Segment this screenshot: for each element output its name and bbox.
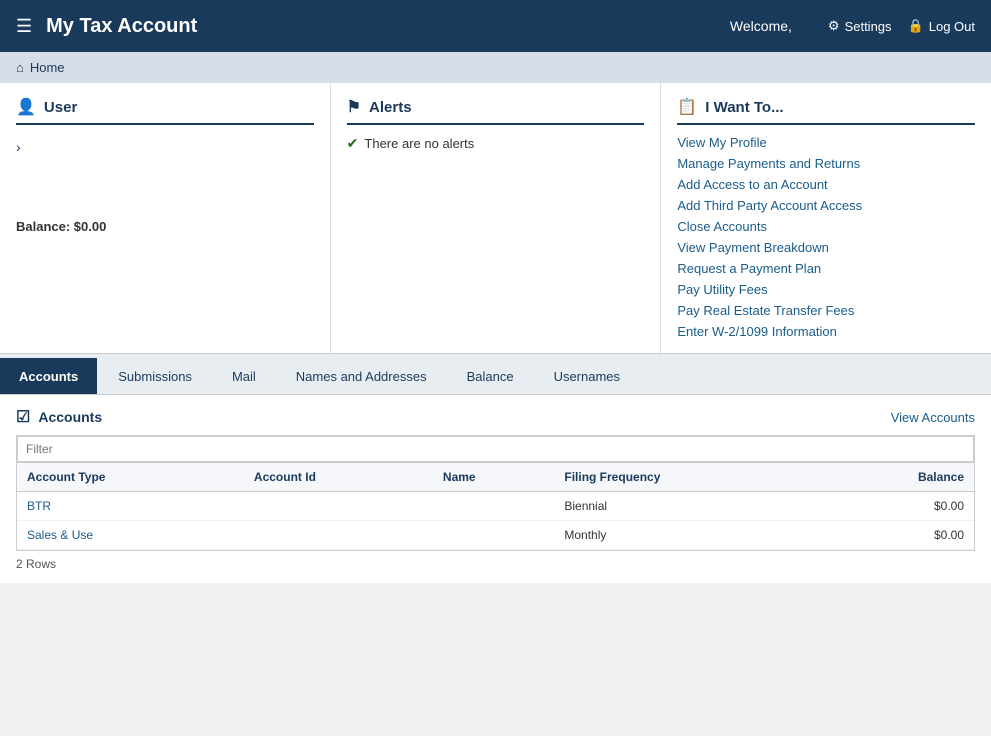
view-accounts-link[interactable]: View Accounts [891,410,975,425]
want-to-icon: 📋 [677,97,697,117]
logout-button[interactable]: 🔒 Log Out [908,18,975,34]
accounts-title: ☑ Accounts [16,407,102,427]
settings-icon: ⚙ [828,18,840,34]
settings-label: Settings [845,19,892,34]
tab-accounts[interactable]: Accounts [0,358,97,394]
accounts-title-text: Accounts [38,409,102,425]
table-row: Sales & Use Monthly$0.00 [17,521,974,550]
tabs-bar: AccountsSubmissionsMailNames and Address… [0,354,991,395]
app-title: My Tax Account [46,15,730,38]
tab-submissions[interactable]: Submissions [99,358,211,394]
user-panel-header: 👤 User [16,97,314,125]
home-icon: ⌂ [16,60,24,75]
tab-usernames[interactable]: Usernames [535,358,639,394]
table-cell[interactable]: Sales & Use [17,521,244,550]
table-cell [244,492,433,521]
tab-names-and-addresses[interactable]: Names and Addresses [277,358,446,394]
want-to-link-item[interactable]: Add Access to an Account [677,177,975,192]
rows-count: 2 Rows [16,557,975,571]
panels-container: 👤 User › Balance: $0.00 ⚑ Alerts ✔ There… [0,83,991,354]
want-to-link-item[interactable]: Close Accounts [677,219,975,234]
table-cell: $0.00 [822,521,974,550]
col-header-account-id: Account Id [244,463,433,492]
breadcrumb: ⌂ Home [0,52,991,83]
user-panel-title: User [44,99,77,116]
col-header-filing-frequency: Filing Frequency [554,463,821,492]
want-to-link-item[interactable]: Pay Real Estate Transfer Fees [677,303,975,318]
accounts-table-wrapper: Account TypeAccount IdNameFiling Frequen… [16,435,975,551]
col-header-name: Name [433,463,554,492]
table-cell [433,521,554,550]
want-to-panel-header: 📋 I Want To... [677,97,975,125]
logout-label: Log Out [929,19,975,34]
home-link[interactable]: Home [30,60,65,75]
checkmark-icon: ✔ [347,135,359,152]
no-alerts-text: There are no alerts [364,136,474,151]
user-chevron[interactable]: › [16,135,314,159]
no-alerts-item: ✔ There are no alerts [347,135,645,152]
accounts-header: ☑ Accounts View Accounts [16,407,975,427]
want-to-link-item[interactable]: Manage Payments and Returns [677,156,975,171]
table-header: Account TypeAccount IdNameFiling Frequen… [17,463,974,492]
want-to-link-item[interactable]: Request a Payment Plan [677,261,975,276]
user-panel: 👤 User › Balance: $0.00 [0,83,331,353]
table-cell: Biennial [554,492,821,521]
table-cell [433,492,554,521]
welcome-text: Welcome, [730,18,792,34]
col-header-balance: Balance [822,463,974,492]
header: ☰ My Tax Account Welcome, ⚙ Settings 🔒 L… [0,0,991,52]
table-cell [244,521,433,550]
user-icon: 👤 [16,97,36,117]
tab-balance[interactable]: Balance [448,358,533,394]
balance-text: Balance: $0.00 [16,219,314,234]
tab-mail[interactable]: Mail [213,358,275,394]
filter-input[interactable] [17,436,974,462]
table-row: BTR Biennial$0.00 [17,492,974,521]
logout-icon: 🔒 [908,18,924,34]
alerts-icon: ⚑ [347,97,361,117]
alerts-panel-title: Alerts [369,99,412,116]
settings-button[interactable]: ⚙ Settings [828,18,892,34]
accounts-table: Account TypeAccount IdNameFiling Frequen… [17,462,974,550]
table-cell[interactable]: BTR [17,492,244,521]
accounts-content: ☑ Accounts View Accounts Account TypeAcc… [0,395,991,583]
want-to-link-item[interactable]: Enter W-2/1099 Information [677,324,975,339]
want-to-link-item[interactable]: View My Profile [677,135,975,150]
want-to-link-item[interactable]: Add Third Party Account Access [677,198,975,213]
alerts-panel: ⚑ Alerts ✔ There are no alerts [331,83,662,353]
want-to-link-item[interactable]: Pay Utility Fees [677,282,975,297]
accounts-checkbox-icon: ☑ [16,407,30,427]
alerts-panel-header: ⚑ Alerts [347,97,645,125]
menu-icon[interactable]: ☰ [16,16,32,37]
want-to-links: View My Profile Manage Payments and Retur… [677,135,975,339]
col-header-account-type: Account Type [17,463,244,492]
table-cell: $0.00 [822,492,974,521]
want-to-link-item[interactable]: View Payment Breakdown [677,240,975,255]
want-to-panel: 📋 I Want To... View My Profile Manage Pay… [661,83,991,353]
table-body: BTR Biennial$0.00 Sales & Use Monthly$0.00 [17,492,974,550]
tabs-section: AccountsSubmissionsMailNames and Address… [0,354,991,583]
want-to-panel-title: I Want To... [705,99,783,116]
table-cell: Monthly [554,521,821,550]
